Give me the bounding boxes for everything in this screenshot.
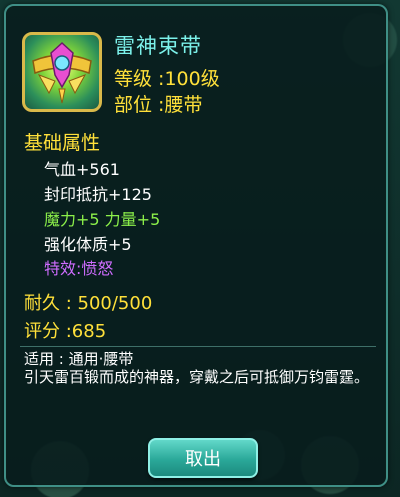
attr-special-effect: 特效:愤怒 — [44, 259, 114, 278]
base-attributes-heading: 基础属性 — [24, 132, 101, 154]
item-level: 等级 :100级 — [114, 68, 220, 90]
durability: 耐久 : 500/500 — [24, 293, 153, 314]
attr-constitution: 强化体质+5 — [44, 235, 132, 254]
attr-hp: 气血+561 — [44, 160, 120, 179]
flavor-text: 引天雷百锻而成的神器，穿戴之后可抵御万钧雷霆。 — [24, 368, 370, 386]
item-name: 雷神束带 — [114, 34, 202, 58]
divider — [20, 346, 376, 347]
usage-text: 适用 : 通用·腰带 — [24, 350, 134, 368]
item-slot: 部位 :腰带 — [114, 94, 203, 116]
attr-magic-strength: 魔力+5 力量+5 — [44, 210, 161, 229]
remove-button[interactable]: 取出 — [148, 438, 258, 478]
item-tooltip-panel: 雷神束带 等级 :100级 部位 :腰带 基础属性 气血+561 封印抵抗+12… — [4, 4, 388, 487]
score: 评分 :685 — [24, 321, 107, 342]
attr-seal-resist: 封印抵抗+125 — [44, 185, 152, 204]
belt-item-icon — [22, 32, 102, 112]
